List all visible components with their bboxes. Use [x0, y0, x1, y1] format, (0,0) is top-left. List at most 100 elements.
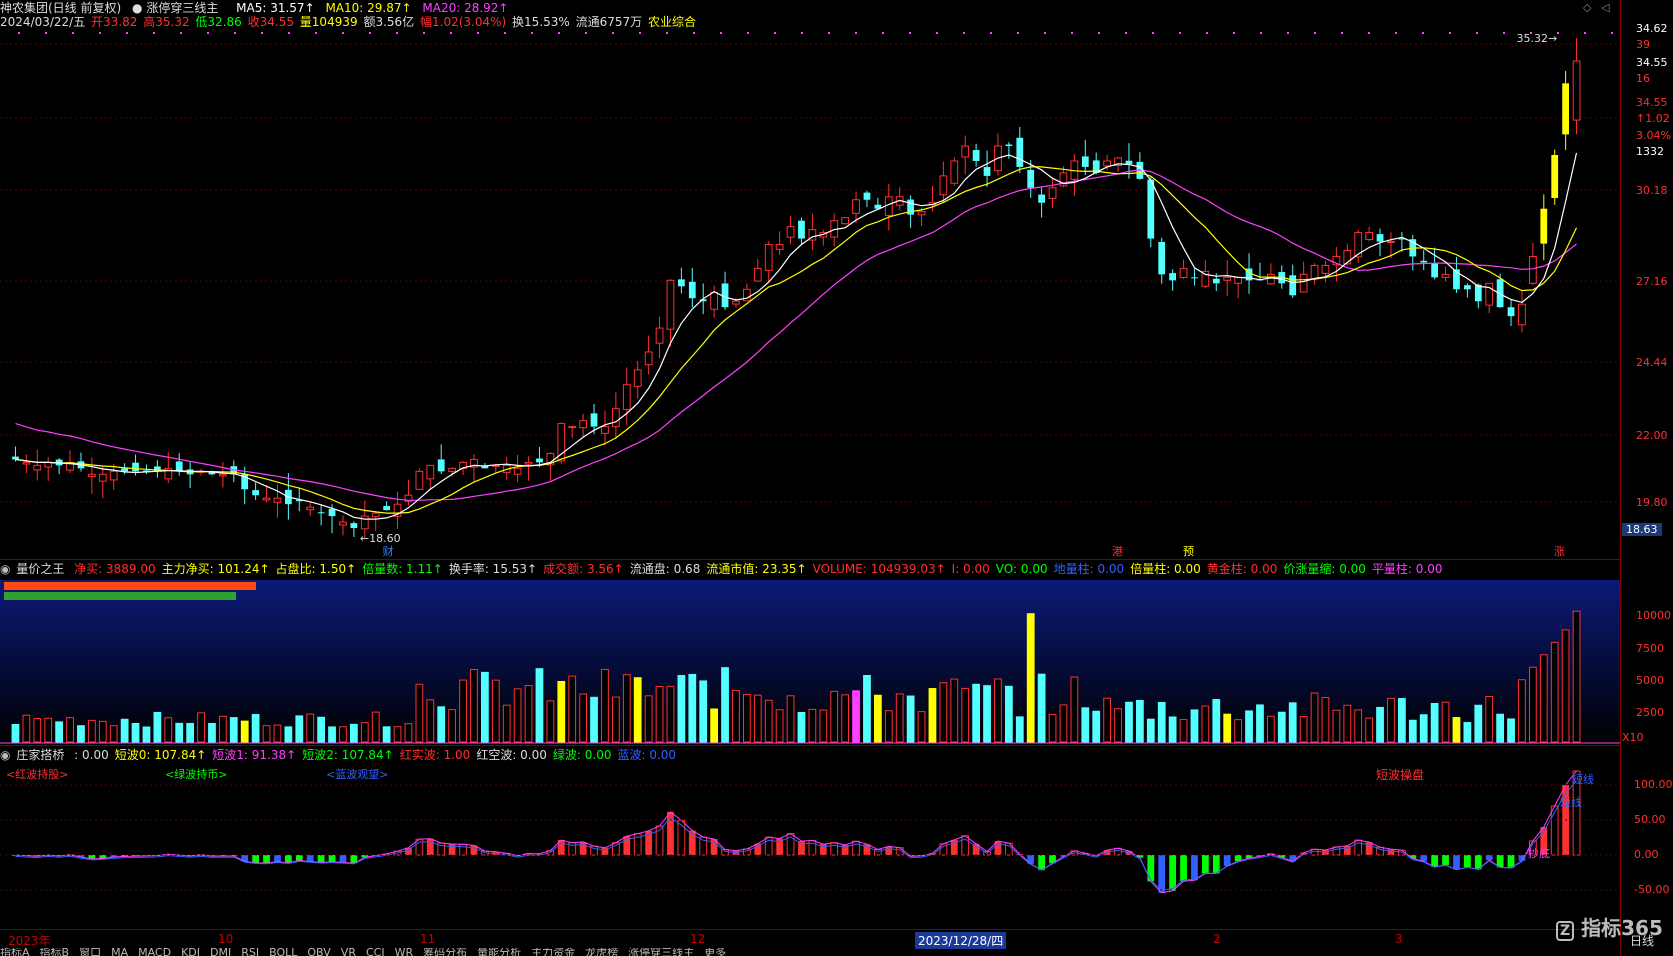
candle-body [262, 497, 271, 501]
tab-0[interactable]: 指标A [0, 948, 30, 956]
tab-10[interactable]: VR [341, 948, 356, 956]
volume-bar [633, 677, 642, 743]
candle-body [1125, 160, 1133, 164]
axis-separator [1620, 0, 1621, 956]
tab-16[interactable]: 龙虎榜 [585, 948, 618, 956]
volume-bar [1572, 610, 1581, 743]
price-tick-2: 34.55 [1636, 56, 1668, 69]
zhuang-bar [1354, 839, 1363, 856]
tab-4[interactable]: MACD [138, 948, 171, 956]
marker-dot [963, 32, 965, 34]
volume-bar [77, 725, 85, 743]
tag-red-hold: <红波持股> [6, 768, 69, 781]
price-tick-10: 24.44 [1636, 356, 1668, 369]
volume-bar [611, 696, 620, 743]
volume-bar [928, 688, 937, 743]
marker-dot [1125, 32, 1127, 34]
marker-dot [261, 32, 263, 34]
zhuang-bar [1191, 855, 1198, 881]
candle-body [121, 468, 129, 472]
tab-9[interactable]: OBV [307, 948, 330, 956]
marker-dot [693, 32, 695, 34]
candle-body [1158, 241, 1166, 275]
candle-body [579, 420, 588, 429]
candle-body [677, 279, 685, 287]
stock-name[interactable]: 神农集团(日线 前复权) [0, 1, 121, 15]
candle-body [688, 281, 696, 299]
volume-value: 量104939 [299, 15, 358, 29]
volume-bar [218, 715, 227, 743]
tab-2[interactable]: 窗口 [79, 948, 101, 956]
event-gang-label: 港 [1112, 545, 1123, 558]
candle-body [786, 226, 795, 238]
volume-field-14: 价涨量缩: 0.00 [1283, 562, 1366, 576]
pane-menu-icon-2[interactable]: ◉ [0, 748, 10, 762]
diamond-icon[interactable]: ◇ [1583, 1, 1591, 14]
tab-5[interactable]: KDJ [181, 948, 200, 956]
volume-bar [142, 726, 151, 743]
volume-field-3: 倍量数: 1.11↑ [362, 562, 443, 576]
tab-12[interactable]: WR [395, 948, 414, 956]
zhuang-field-4: 红实波: 1.00 [399, 748, 471, 762]
open-value: 开33.82 [91, 15, 138, 29]
tab-3[interactable]: MA [111, 948, 128, 956]
volume-bar [1507, 718, 1515, 743]
zhuang-tag-buy: 短线 [1560, 795, 1582, 809]
candle-body [87, 473, 96, 477]
volume-bar [895, 693, 904, 743]
tab-13[interactable]: 筹码分布 [423, 948, 467, 956]
date-tick-0: 2023年 [8, 934, 51, 948]
tab-14[interactable]: 量能分析 [477, 948, 521, 956]
tab-15[interactable]: 主力资金 [531, 948, 575, 956]
candle-body [1507, 307, 1515, 317]
zhuang-bar [1169, 855, 1177, 891]
zhuang-field-1: 短波0: 107.84↑ [114, 748, 207, 762]
candle-body [448, 467, 457, 472]
candle-body [273, 497, 282, 503]
candle-body [666, 279, 675, 330]
tab-6[interactable]: DMI [210, 948, 231, 956]
tab-18[interactable]: 更多 [704, 948, 726, 956]
volume-bar [753, 694, 762, 743]
tab-1[interactable]: 指标B [40, 948, 70, 956]
pane-menu-icon[interactable]: ◉ [0, 562, 10, 576]
zhuang-bar [459, 843, 467, 856]
zhuang-bar [764, 836, 773, 856]
zhuang-bar [295, 855, 303, 861]
zhuang-bar [1180, 855, 1187, 882]
candle-body [710, 291, 719, 310]
collapse-icon[interactable]: ◁ [1601, 1, 1609, 14]
volume-bar [1299, 716, 1308, 743]
candle-body [1562, 83, 1570, 135]
volume-bar [328, 726, 336, 743]
tab-11[interactable]: CCI [366, 948, 385, 956]
candle-body [383, 506, 391, 511]
zhuang-bar [830, 842, 839, 856]
volume-bar [1310, 692, 1319, 743]
volume-bar [1070, 676, 1079, 743]
price-tick-13: 18.63 [1622, 523, 1662, 536]
indicator-name[interactable]: ● 涨停穿三线主 [132, 1, 225, 15]
candle-body [328, 508, 336, 517]
candle-body [798, 220, 805, 239]
volume-bar [1179, 719, 1188, 743]
volume-pane-name[interactable]: 量价之王 [16, 562, 64, 576]
marker-dot [1476, 32, 1478, 34]
zhuang-pane-name[interactable]: 庄家搭桥 [16, 748, 64, 762]
volume-bar [1212, 699, 1221, 743]
zhuang-tick-0: 100.00 [1634, 778, 1673, 791]
volume-bar [186, 722, 195, 743]
ma20-line [15, 169, 1577, 501]
tab-8[interactable]: BOLL [269, 948, 297, 956]
tab-7[interactable]: RSI [241, 948, 259, 956]
sector-label[interactable]: 农业综合 [648, 15, 696, 29]
zhuang-bar [579, 841, 587, 855]
candle-body [98, 473, 107, 482]
volume-bar [841, 694, 850, 743]
volume-bar [1026, 613, 1035, 743]
date-tick-5: 2 [1213, 932, 1221, 946]
tab-17[interactable]: 涨停穿三线主 [628, 948, 694, 956]
volume-bar [546, 700, 555, 743]
close-value: 收34.55 [247, 15, 294, 29]
marker-dot [1422, 32, 1424, 34]
